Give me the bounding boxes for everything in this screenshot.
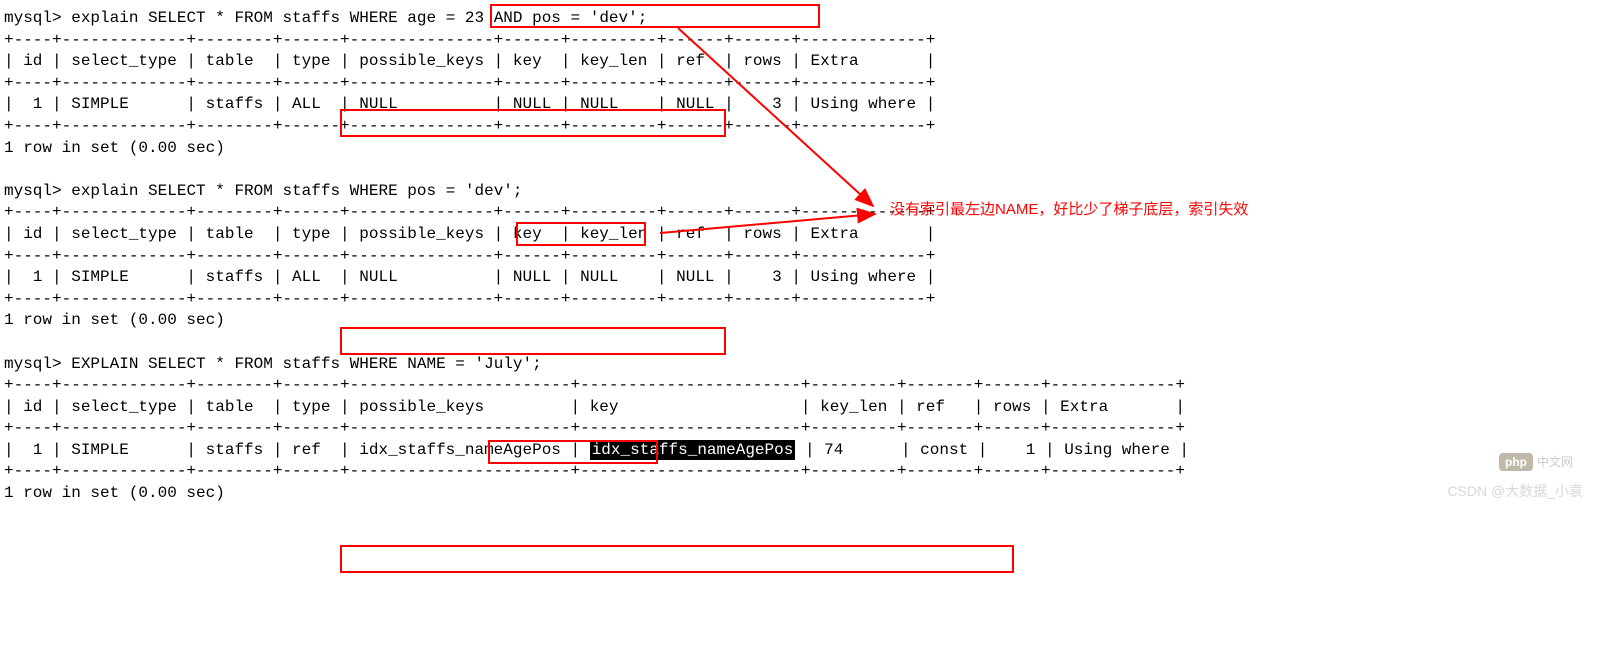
table-border: +----+-------------+--------+------+----…	[4, 116, 1594, 138]
cmd-line-3: mysql> EXPLAIN SELECT * FROM staffs WHER…	[4, 354, 1594, 376]
watermark-csdn: CSDN @大数据_小袁	[1447, 482, 1583, 501]
table-header: | id | select_type | table | type | poss…	[4, 51, 1594, 73]
blank-line	[4, 332, 1594, 354]
table-border: +----+-------------+--------+------+----…	[4, 73, 1594, 95]
highlight-box-row-3	[340, 545, 1014, 573]
table-row: | 1 | SIMPLE | staffs | ALL | NULL | NUL…	[4, 267, 1594, 289]
highlighted-key: idx_staffs_nameAgePos	[590, 440, 796, 460]
cmd-line-2: mysql> explain SELECT * FROM staffs WHER…	[4, 181, 1594, 203]
table-header: | id | select_type | table | type | poss…	[4, 224, 1594, 246]
blank-line	[4, 159, 1594, 181]
table-border: +----+-------------+--------+------+----…	[4, 289, 1594, 311]
table-row: | 1 | SIMPLE | staffs | ref | idx_staffs…	[4, 440, 1594, 462]
table-border: +----+-------------+--------+------+----…	[4, 461, 1594, 483]
result-footer: 1 row in set (0.00 sec)	[4, 138, 1594, 160]
prompt: mysql>	[4, 355, 71, 373]
table-border: +----+-------------+--------+------+----…	[4, 246, 1594, 268]
watermark-php: php中文网	[1499, 454, 1573, 470]
prompt: mysql>	[4, 9, 71, 27]
table-border: +----+-------------+--------+------+----…	[4, 375, 1594, 397]
table-header: | id | select_type | table | type | poss…	[4, 397, 1594, 419]
prompt: mysql>	[4, 182, 71, 200]
table-border: +----+-------------+--------+------+----…	[4, 202, 1594, 224]
table-border: +----+-------------+--------+------+----…	[4, 418, 1594, 440]
result-footer: 1 row in set (0.00 sec)	[4, 310, 1594, 332]
result-footer: 1 row in set (0.00 sec)	[4, 483, 1594, 505]
table-border: +----+-------------+--------+------+----…	[4, 30, 1594, 52]
table-row: | 1 | SIMPLE | staffs | ALL | NULL | NUL…	[4, 94, 1594, 116]
cmd-line-1: mysql> explain SELECT * FROM staffs WHER…	[4, 8, 1594, 30]
annotation-text: 没有索引最左边NAME，好比少了梯子底层，索引失效	[890, 200, 1248, 220]
